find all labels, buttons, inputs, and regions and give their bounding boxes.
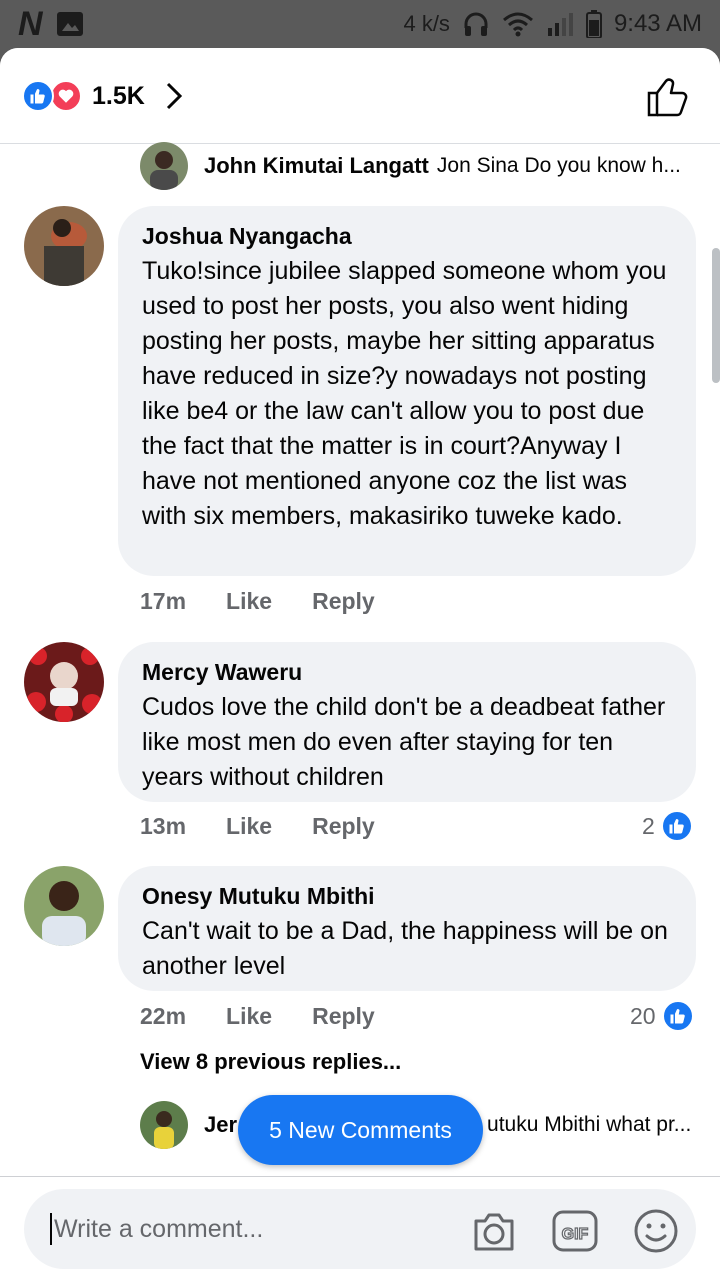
headphones-icon xyxy=(464,12,488,36)
battery-icon xyxy=(585,10,602,38)
reaction-count: 1.5K xyxy=(92,81,145,110)
comment-text: Cudos love the child don't be a deadbeat… xyxy=(142,693,666,791)
comment-actions: 22m Like Reply xyxy=(140,1003,415,1030)
comment-actions: 13m Like Reply xyxy=(140,813,415,840)
new-comments-button[interactable]: 5 New Comments xyxy=(238,1095,483,1165)
like-button[interactable]: Like xyxy=(226,1003,272,1030)
comment-time: 17m xyxy=(140,588,187,614)
like-reaction-icon xyxy=(661,1000,694,1032)
comment-like-count[interactable]: 20 xyxy=(630,1000,694,1032)
view-previous-replies-link[interactable]: View 8 previous replies... xyxy=(140,1049,401,1075)
avatar[interactable] xyxy=(24,206,104,286)
comment-time: 22m xyxy=(140,1003,187,1029)
like-reaction-icon xyxy=(660,810,693,842)
avatar xyxy=(140,142,188,190)
svg-text:GIF: GIF xyxy=(562,1226,589,1243)
comment-text: Tuko!since jubilee slapped someone whom … xyxy=(142,257,667,530)
reply-button[interactable]: Reply xyxy=(312,813,375,840)
reply-button[interactable]: Reply xyxy=(312,588,375,615)
status-bar: N 4 k/s 9:43 AM xyxy=(0,0,720,48)
comments-sheet: 1.5K John Kimutai Langatt Jon Sina Do yo… xyxy=(0,48,720,1280)
notification-n-icon: N xyxy=(18,5,43,43)
wifi-icon xyxy=(502,12,533,37)
comment-bubble[interactable]: Joshua Nyangacha Tuko!since jubilee slap… xyxy=(118,206,696,576)
network-speed: 4 k/s xyxy=(403,11,450,36)
reply-author[interactable]: John Kimutai Langatt xyxy=(204,153,429,179)
like-reaction-icon xyxy=(22,80,54,112)
scrollbar[interactable] xyxy=(712,248,720,383)
like-button[interactable]: Like xyxy=(226,813,272,840)
like-button[interactable]: Like xyxy=(226,588,272,615)
comment-like-count[interactable]: 2 xyxy=(642,810,693,842)
signal-icon xyxy=(547,13,573,36)
reply-author[interactable]: Jer xyxy=(204,1112,237,1138)
reply-snippet: Jon Sina Do you know h... xyxy=(436,154,681,177)
gif-icon[interactable]: GIF xyxy=(551,1207,599,1255)
comment-bubble[interactable]: Onesy Mutuku Mbithi Can't wait to be a D… xyxy=(118,866,696,991)
clock: 9:43 AM xyxy=(613,10,702,37)
reply-button[interactable]: Reply xyxy=(312,1003,375,1030)
comment-text: Can't wait to be a Dad, the happiness wi… xyxy=(142,917,668,980)
comment-actions: 17m Like Reply xyxy=(140,588,415,615)
chevron-right-icon xyxy=(166,82,182,110)
comment-composer: Write a comment... GIF xyxy=(0,1176,720,1280)
avatar[interactable] xyxy=(24,866,104,946)
like-count-value: 2 xyxy=(642,812,655,839)
like-count-value: 20 xyxy=(630,1002,656,1029)
comment-author[interactable]: Onesy Mutuku Mbithi xyxy=(142,882,672,910)
love-reaction-icon xyxy=(50,80,82,112)
comment-author[interactable]: Mercy Waweru xyxy=(142,658,672,686)
avatar xyxy=(140,1101,188,1149)
reactions-header: 1.5K xyxy=(0,48,720,144)
comment-time: 13m xyxy=(140,813,187,839)
comment-bubble[interactable]: Mercy Waweru Cudos love the child don't … xyxy=(118,642,696,802)
reactions-summary[interactable]: 1.5K xyxy=(22,80,183,112)
comment-input[interactable]: Write a comment... GIF xyxy=(24,1189,696,1269)
comment-author[interactable]: Joshua Nyangacha xyxy=(142,222,672,250)
image-notification-icon xyxy=(56,12,83,36)
avatar[interactable] xyxy=(24,642,104,722)
smiley-icon[interactable] xyxy=(632,1207,680,1255)
comment-input-placeholder: Write a comment... xyxy=(50,1213,263,1245)
thumbs-up-icon[interactable] xyxy=(646,74,690,118)
camera-icon[interactable] xyxy=(470,1207,518,1255)
reply-preview[interactable]: John Kimutai Langatt Jon Sina Do you kno… xyxy=(140,142,681,190)
reply-snippet: utuku Mbithi what pr... xyxy=(487,1113,692,1136)
